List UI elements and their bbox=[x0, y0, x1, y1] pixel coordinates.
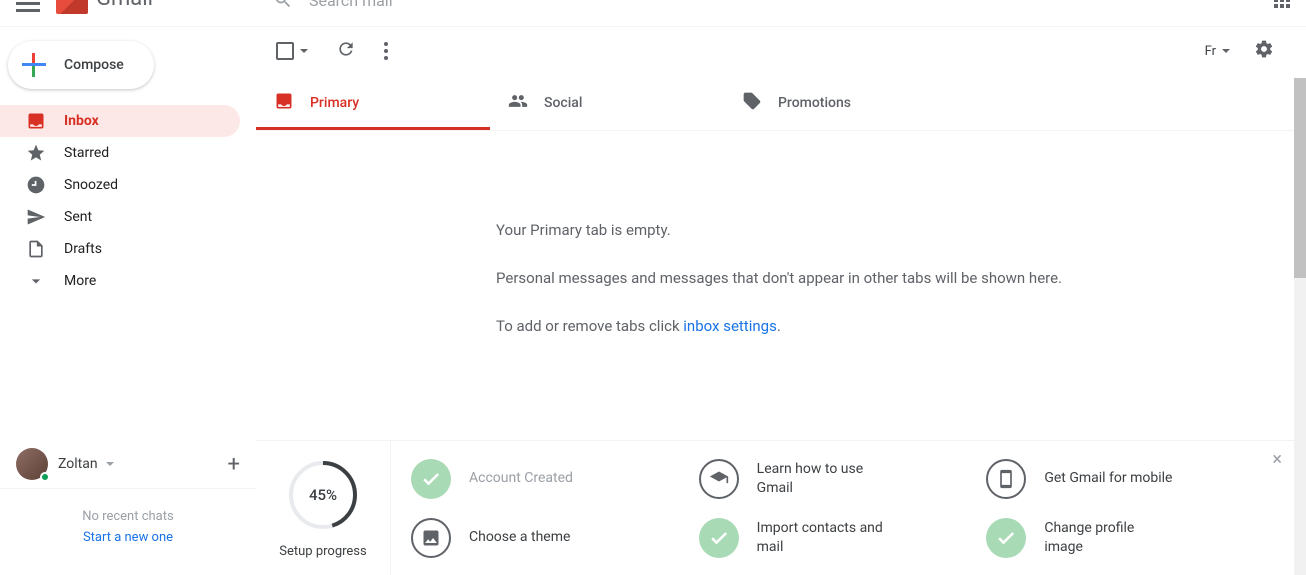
file-icon bbox=[26, 239, 46, 259]
scrollbar[interactable] bbox=[1294, 78, 1306, 575]
inbox-icon bbox=[274, 91, 294, 115]
setup-item-label: Choose a theme bbox=[469, 528, 570, 546]
setup-item-learn-gmail[interactable]: Learn how to use Gmail bbox=[699, 453, 987, 504]
setup-progress-panel: × 45% Setup progress Account Created Lea… bbox=[256, 440, 1294, 575]
hangouts-panel: Zoltan + No recent chats Start a new one bbox=[0, 440, 256, 575]
sidebar-item-label: Sent bbox=[64, 209, 92, 225]
setup-item-theme[interactable]: Choose a theme bbox=[411, 512, 699, 563]
sidebar-item-snoozed[interactable]: Snoozed bbox=[0, 169, 240, 201]
sidebar-item-label: Inbox bbox=[64, 113, 99, 129]
empty-state: Your Primary tab is empty. Personal mess… bbox=[256, 131, 1294, 335]
presence-dot bbox=[40, 472, 50, 482]
sidebar-item-label: Snoozed bbox=[64, 177, 118, 193]
category-tabs: Primary Social Promotions bbox=[256, 75, 1294, 131]
setup-item-label: Change profile image bbox=[1044, 519, 1174, 555]
people-icon bbox=[508, 91, 528, 115]
sidebar-item-more[interactable]: More bbox=[0, 265, 240, 297]
inbox-settings-link[interactable]: inbox settings bbox=[683, 317, 777, 335]
setup-item-label: Learn how to use Gmail bbox=[757, 460, 887, 496]
app-header: Gmail Search mail bbox=[0, 0, 1306, 27]
compose-label: Compose bbox=[64, 57, 124, 73]
tab-label: Promotions bbox=[778, 95, 851, 111]
graduation-icon bbox=[699, 459, 739, 499]
tab-primary[interactable]: Primary bbox=[256, 75, 490, 130]
setup-item-import[interactable]: Import contacts and mail bbox=[699, 512, 987, 563]
tag-icon bbox=[742, 91, 762, 115]
setup-progress-label: Setup progress bbox=[279, 544, 366, 559]
empty-link-prefix: To add or remove tabs click bbox=[496, 317, 683, 335]
sidebar-item-drafts[interactable]: Drafts bbox=[0, 233, 240, 265]
hangouts-username: Zoltan bbox=[58, 456, 98, 472]
select-dropdown-icon[interactable] bbox=[300, 49, 308, 53]
close-button[interactable]: × bbox=[1272, 449, 1282, 470]
app-title: Gmail bbox=[96, 0, 153, 11]
language-label: Fr bbox=[1205, 44, 1216, 59]
setup-item-label: Get Gmail for mobile bbox=[1044, 469, 1172, 487]
empty-link-row: To add or remove tabs click inbox settin… bbox=[496, 317, 1294, 335]
setup-item-profile-image[interactable]: Change profile image bbox=[986, 512, 1274, 563]
empty-link-suffix: . bbox=[777, 317, 781, 335]
check-icon bbox=[411, 459, 451, 499]
tab-label: Social bbox=[544, 95, 582, 111]
chevron-down-icon bbox=[106, 462, 114, 466]
menu-icon[interactable] bbox=[16, 0, 40, 12]
check-icon bbox=[699, 518, 739, 558]
search-icon bbox=[273, 0, 293, 10]
search-placeholder: Search mail bbox=[309, 0, 393, 10]
setup-progress-column: 45% Setup progress bbox=[256, 441, 391, 575]
empty-description: Personal messages and messages that don'… bbox=[496, 269, 1294, 287]
tab-social[interactable]: Social bbox=[490, 75, 724, 130]
compose-button[interactable]: Compose bbox=[8, 41, 154, 89]
image-icon bbox=[411, 518, 451, 558]
sidebar-item-starred[interactable]: Starred bbox=[0, 137, 240, 169]
tab-promotions[interactable]: Promotions bbox=[724, 75, 958, 130]
language-selector[interactable]: Fr bbox=[1205, 44, 1230, 59]
new-chat-button[interactable]: + bbox=[228, 452, 240, 477]
progress-percent: 45% bbox=[309, 486, 337, 504]
settings-button[interactable] bbox=[1254, 39, 1274, 63]
setup-item-account-created[interactable]: Account Created bbox=[411, 453, 699, 504]
inbox-icon bbox=[26, 111, 46, 131]
sidebar-item-inbox[interactable]: Inbox bbox=[0, 105, 240, 137]
clock-icon bbox=[26, 175, 46, 195]
setup-steps-grid: Account Created Learn how to use Gmail G… bbox=[391, 441, 1294, 575]
star-icon bbox=[26, 143, 46, 163]
chevron-down-icon bbox=[1222, 49, 1230, 53]
hangouts-user-row[interactable]: Zoltan + bbox=[0, 440, 256, 489]
refresh-button[interactable] bbox=[336, 39, 356, 63]
progress-ring: 45% bbox=[286, 458, 360, 532]
sidebar: Compose Inbox Starred Snoozed Sent Draft… bbox=[0, 27, 256, 575]
more-button[interactable] bbox=[384, 42, 388, 60]
setup-item-label: Account Created bbox=[469, 469, 573, 487]
tab-label: Primary bbox=[310, 95, 359, 111]
avatar bbox=[16, 448, 48, 480]
start-new-chat-link[interactable]: Start a new one bbox=[16, 530, 240, 545]
plus-icon bbox=[22, 53, 46, 77]
sidebar-item-label: Starred bbox=[64, 145, 109, 161]
no-chats-text: No recent chats bbox=[16, 509, 240, 524]
empty-title: Your Primary tab is empty. bbox=[496, 221, 1294, 239]
sidebar-item-label: More bbox=[64, 273, 96, 289]
setup-item-mobile[interactable]: Get Gmail for mobile bbox=[986, 453, 1274, 504]
phone-icon bbox=[986, 459, 1026, 499]
setup-item-label: Import contacts and mail bbox=[757, 519, 887, 555]
select-all-checkbox[interactable] bbox=[276, 42, 294, 60]
check-icon bbox=[986, 518, 1026, 558]
sidebar-item-label: Drafts bbox=[64, 241, 102, 257]
sidebar-item-sent[interactable]: Sent bbox=[0, 201, 240, 233]
toolbar: Fr bbox=[256, 27, 1294, 75]
scrollbar-thumb[interactable] bbox=[1294, 78, 1306, 278]
gmail-logo-icon bbox=[56, 0, 88, 14]
chevron-down-icon bbox=[26, 271, 46, 291]
apps-icon[interactable] bbox=[1274, 0, 1290, 8]
hangouts-empty: No recent chats Start a new one bbox=[0, 489, 256, 575]
search-bar[interactable]: Search mail bbox=[273, 0, 393, 10]
send-icon bbox=[26, 207, 46, 227]
